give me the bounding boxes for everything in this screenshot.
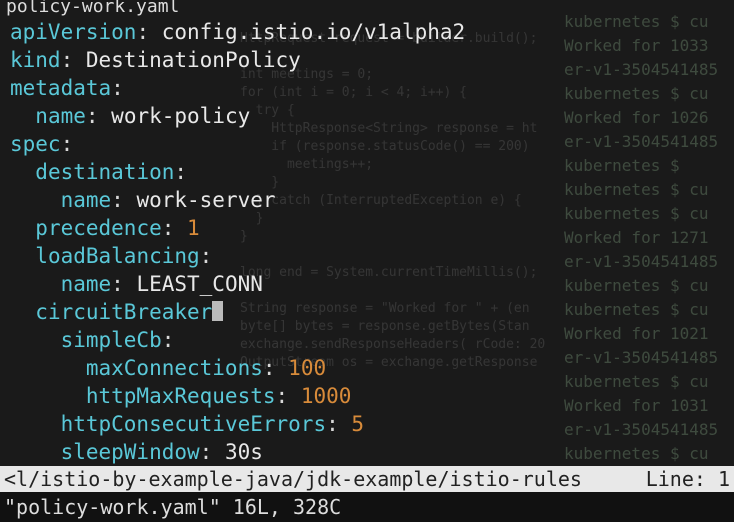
status-path: <l/istio-by-example-java/jdk-example/ist… [4,466,582,492]
yaml-line: destination: [10,158,724,186]
yaml-line: loadBalancing: [10,242,724,270]
yaml-line: precedence: 1 [10,214,724,242]
yaml-line: simpleCb: [10,326,724,354]
yaml-line: circuitBreaker [10,298,724,326]
yaml-line: apiVersion: config.istio.io/v1alpha2 [10,18,724,46]
yaml-line: httpConsecutiveErrors: 5 [10,410,724,438]
command-bar[interactable]: "policy-work.yaml" 16L, 328C [0,492,734,522]
yaml-editor[interactable]: apiVersion: config.istio.io/v1alpha2 kin… [0,18,734,466]
yaml-line: kind: DestinationPolicy [10,46,724,74]
yaml-line: name: LEAST_CONN [10,270,724,298]
yaml-line: sleepWindow: 30s [10,438,724,466]
filename-label: policy-work.yaml [6,0,179,17]
file-title-bar: policy-work.yaml [0,0,734,18]
command-text: "policy-work.yaml" 16L, 328C [4,495,341,519]
cursor [212,301,223,321]
status-bar: <l/istio-by-example-java/jdk-example/ist… [0,466,734,492]
yaml-line: name: work-policy [10,102,724,130]
status-line: Line: 1 [646,466,730,492]
yaml-line: spec: [10,130,724,158]
yaml-line: name: work-server [10,186,724,214]
yaml-line: httpMaxRequests: 1000 [10,382,724,410]
yaml-line: metadata: [10,74,724,102]
yaml-line: maxConnections: 100 [10,354,724,382]
